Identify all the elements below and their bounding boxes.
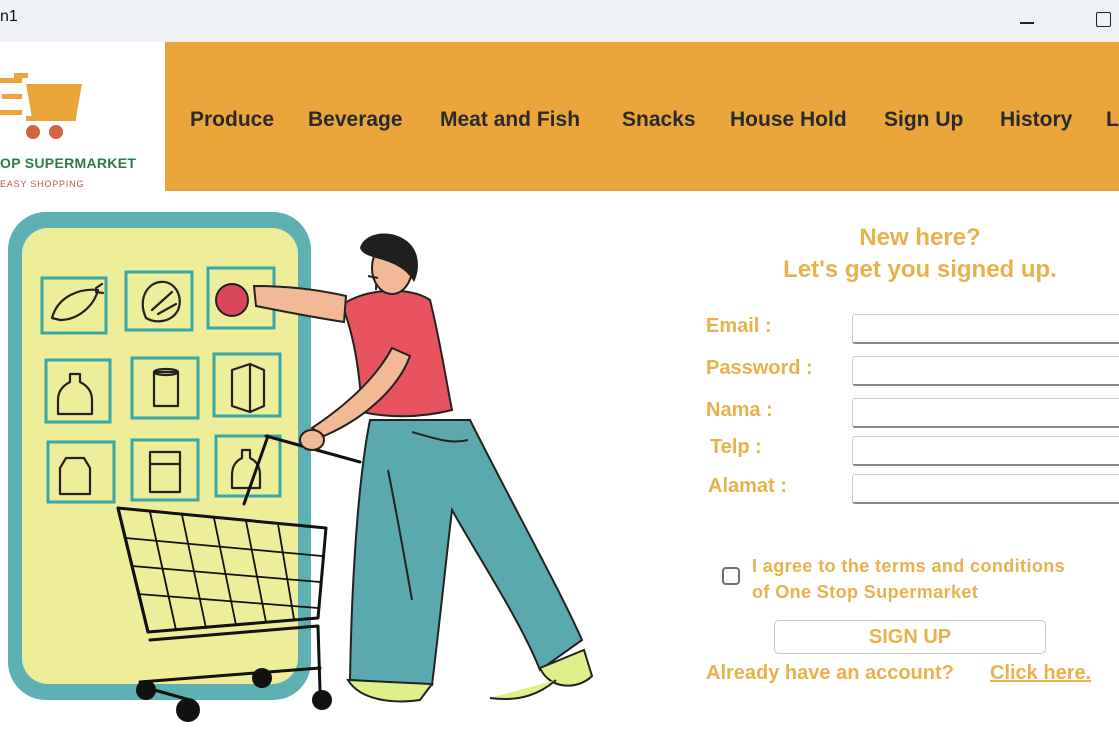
alamat-field[interactable]	[852, 474, 1119, 504]
window-title: n1	[0, 8, 18, 25]
nav-item-login[interactable]: L	[1106, 108, 1119, 132]
already-account-text: Already have an account?	[706, 662, 954, 684]
brand-tagline: EASY SHOPPING	[0, 179, 85, 189]
terms-label-line-2: of One Stop Supermarket	[752, 582, 979, 602]
password-field[interactable]	[852, 356, 1119, 386]
nav-item-history[interactable]: History	[1000, 108, 1072, 132]
cart-logo-icon	[0, 73, 82, 139]
nav-item-produce[interactable]: Produce	[190, 108, 274, 132]
sign-up-button[interactable]: SIGN UP	[774, 620, 1046, 654]
terms-label: I agree to the terms and conditions of O…	[752, 553, 1065, 605]
shopper-illustration	[8, 212, 594, 722]
email-label: Email :	[706, 315, 772, 337]
nav-item-beverage[interactable]: Beverage	[308, 108, 403, 132]
window-titlebar: n1	[0, 0, 1119, 42]
nama-label: Nama :	[706, 399, 773, 421]
form-heading-1: New here?	[859, 224, 981, 251]
alamat-label: Alamat :	[708, 475, 787, 497]
terms-checkbox[interactable]	[722, 567, 740, 585]
top-navbar: Produce Beverage Meat and Fish Snacks Ho…	[165, 42, 1119, 191]
brand-name: OP SUPERMARKET	[0, 155, 137, 171]
nav-item-snacks[interactable]: Snacks	[622, 108, 696, 132]
nav-item-meat-and-fish[interactable]: Meat and Fish	[440, 108, 580, 132]
email-field[interactable]	[852, 314, 1119, 344]
maximize-button[interactable]	[1088, 6, 1118, 32]
telp-label: Telp :	[710, 436, 762, 458]
telp-field[interactable]	[852, 436, 1119, 466]
nama-field[interactable]	[852, 398, 1119, 428]
logo-area: OP SUPERMARKET EASY SHOPPING	[0, 42, 165, 192]
nav-item-house-hold[interactable]: House Hold	[730, 108, 847, 132]
login-link[interactable]: Click here.	[990, 662, 1091, 685]
maximize-icon	[1095, 12, 1111, 27]
minimize-icon	[1020, 22, 1034, 24]
nav-item-sign-up[interactable]: Sign Up	[884, 108, 963, 132]
minimize-button[interactable]	[1012, 6, 1042, 32]
password-label: Password :	[706, 357, 813, 379]
form-heading-2: Let's get you signed up.	[783, 256, 1057, 283]
terms-label-line-1: I agree to the terms and conditions	[752, 556, 1066, 576]
